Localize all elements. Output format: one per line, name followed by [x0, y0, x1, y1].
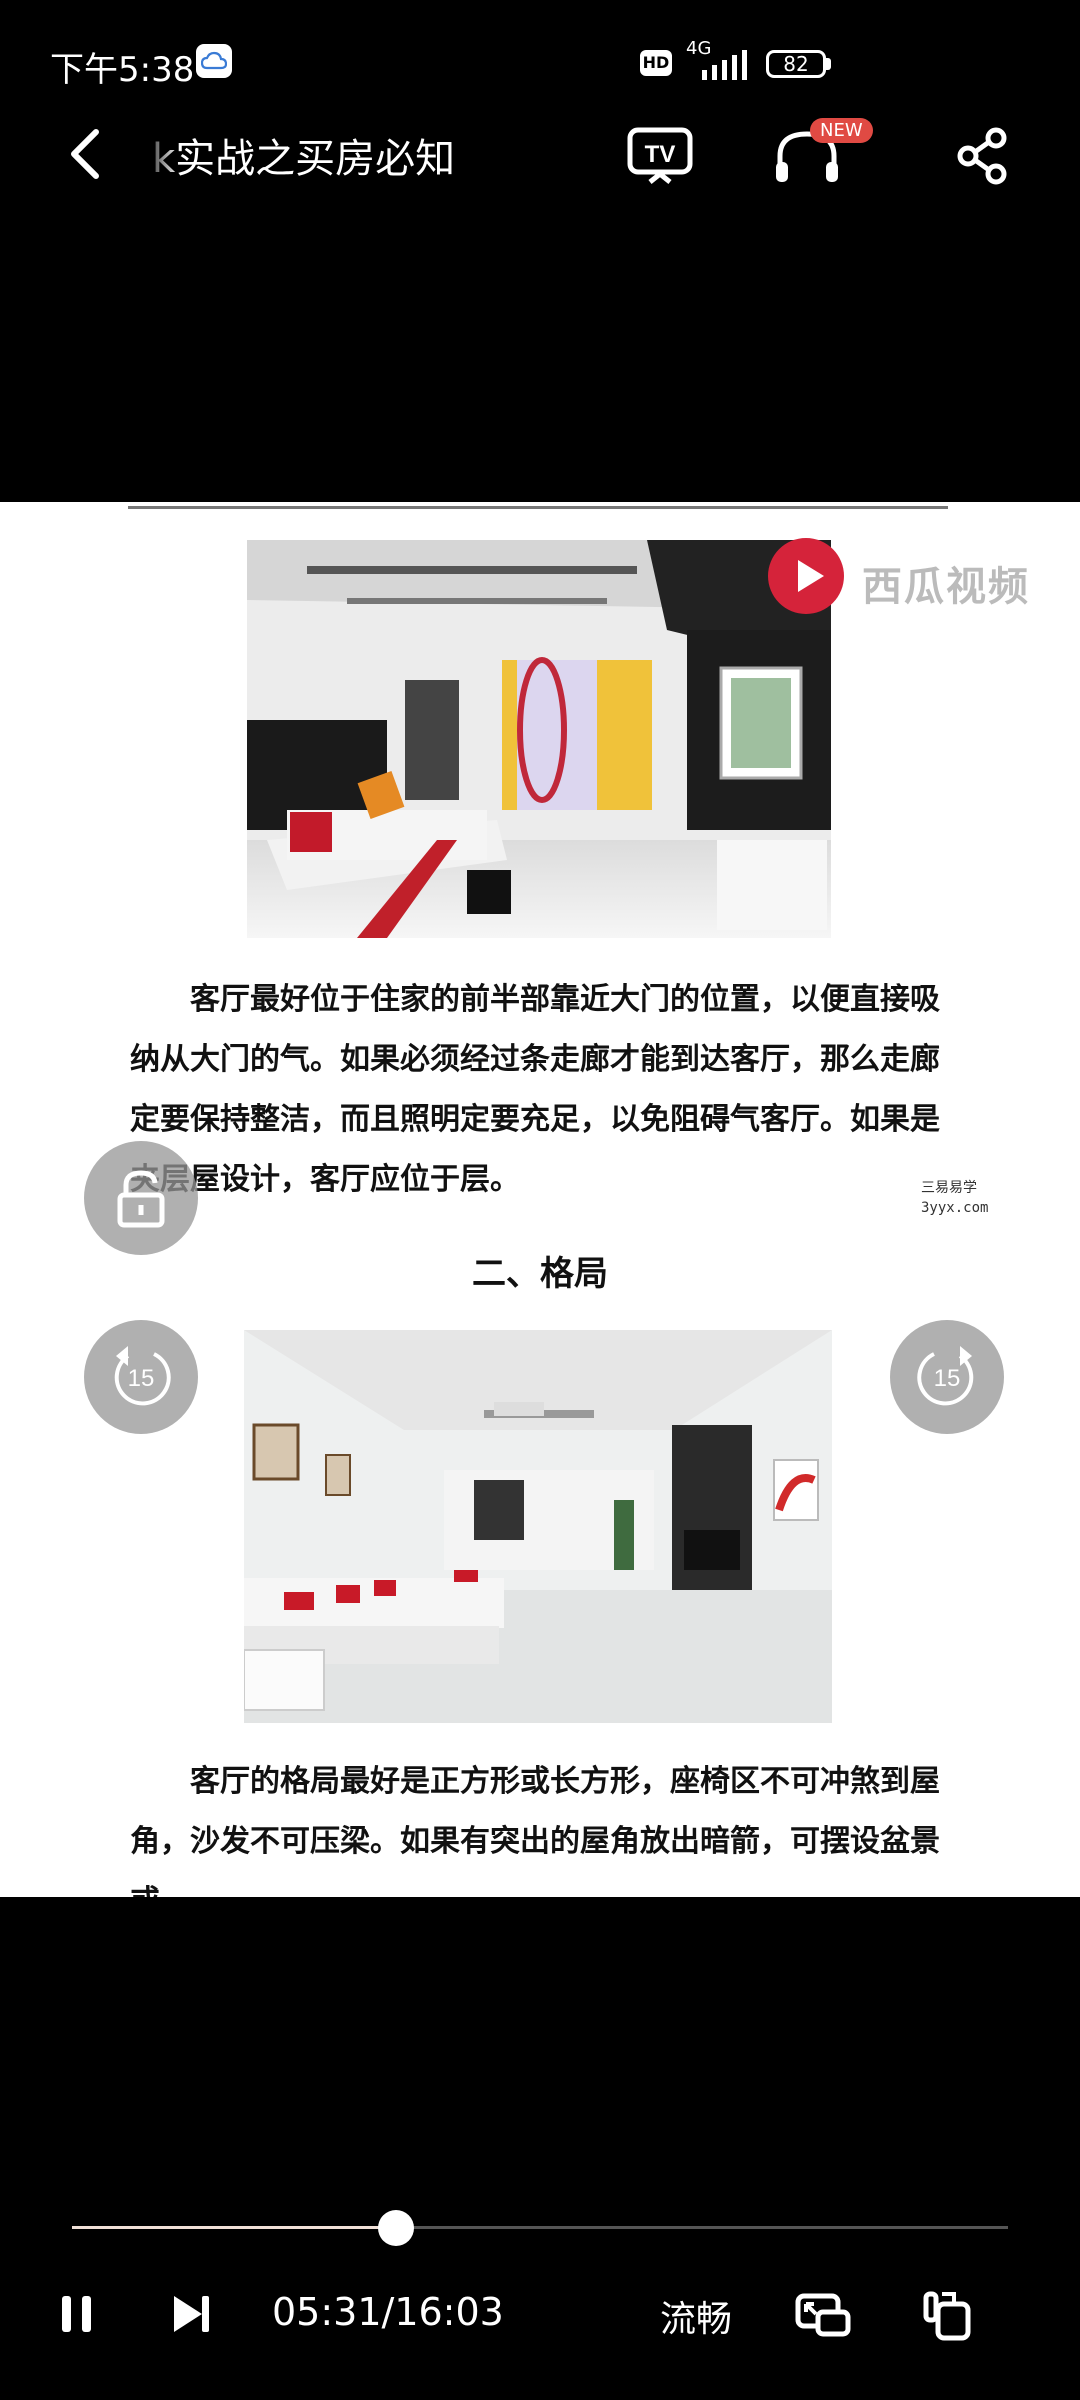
- site-watermark: 三易易学 3yyx.com: [825, 1174, 1080, 1222]
- picture-in-picture-icon[interactable]: [794, 2290, 854, 2340]
- lock-button[interactable]: [84, 1141, 198, 1255]
- battery-icon: [826, 58, 831, 70]
- pause-icon[interactable]: [58, 2292, 98, 2336]
- video-title: k实战之买房必知: [152, 136, 456, 182]
- forward-15-icon: 15: [917, 1346, 974, 1406]
- share-icon[interactable]: [956, 126, 1010, 186]
- living-room-photo-2: [244, 1330, 832, 1723]
- back-arrow-icon[interactable]: [60, 124, 110, 184]
- tv-cast-icon[interactable]: TV: [626, 126, 696, 186]
- living-room-photo-1: [247, 540, 831, 938]
- lock-icon: [117, 1170, 165, 1228]
- xigua-watermark: 西瓜视频: [862, 564, 1030, 610]
- paragraph-2: 客厅的格局最好是正方形或长方形，座椅区不可冲煞到屋角，沙发不可压梁。如果有突出的…: [130, 1764, 940, 1897]
- rewind-15-button[interactable]: 15: [84, 1320, 198, 1434]
- seek-bar-progress: [72, 2226, 396, 2229]
- svg-text:15: 15: [934, 1365, 961, 1392]
- next-icon[interactable]: [170, 2292, 214, 2336]
- playback-time: 05:31/16:03: [272, 2290, 504, 2334]
- signal-icon: [702, 50, 747, 80]
- hd-badge: HD: [640, 50, 672, 76]
- xigua-logo-icon: [768, 538, 844, 614]
- seek-thumb[interactable]: [377, 2210, 414, 2246]
- video-title-container: k实战之买房必知: [140, 126, 460, 186]
- svg-text:TV: TV: [645, 141, 676, 168]
- page-rule: [128, 506, 948, 509]
- rewind-15-icon: 15: [114, 1346, 171, 1406]
- rotate-screen-icon[interactable]: [920, 2288, 974, 2342]
- cloud-icon: [196, 44, 232, 78]
- battery-level: 82: [766, 50, 826, 78]
- svg-text:15: 15: [128, 1365, 155, 1392]
- status-time: 下午5:38: [50, 50, 195, 90]
- forward-15-button[interactable]: 15: [890, 1320, 1004, 1434]
- quality-selector[interactable]: 流畅: [660, 2290, 732, 2342]
- new-badge: NEW: [810, 118, 873, 143]
